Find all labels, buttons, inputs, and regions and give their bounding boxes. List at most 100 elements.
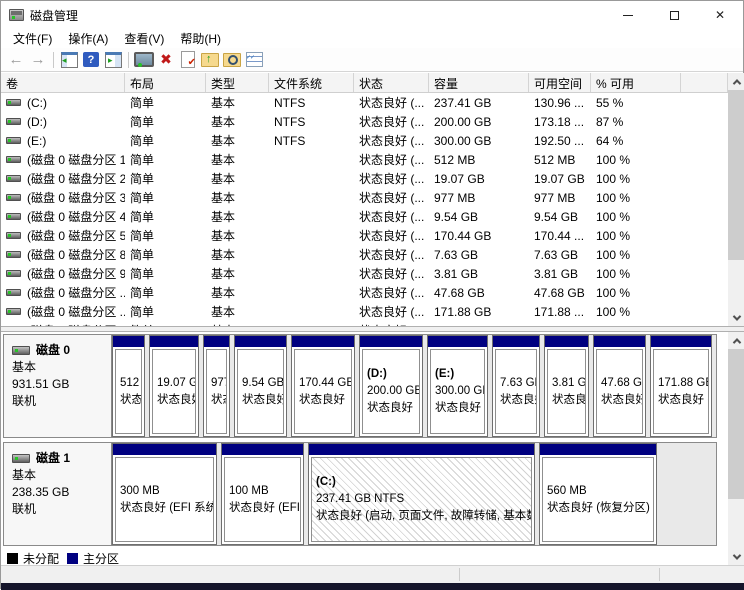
toolbar-separator (53, 52, 54, 68)
close-button[interactable]: ✕ (697, 1, 743, 29)
scroll-up-button[interactable] (728, 73, 744, 90)
partition-block[interactable]: 512 MB状态良好 (112, 335, 145, 437)
partition-size: 200.00 GB (367, 383, 419, 400)
column-header[interactable]: % 可用 (591, 73, 681, 92)
computer-icon[interactable] (133, 50, 155, 70)
scroll-thumb[interactable] (728, 90, 744, 260)
partition-block[interactable]: 977 MB状态良好 (203, 335, 230, 437)
column-header[interactable]: 容量 (429, 73, 529, 92)
minimize-button[interactable] (605, 1, 651, 29)
volume-row[interactable]: (E:)简单基本NTFS状态良好 (...300.00 GB192.50 ...… (1, 131, 728, 150)
partition-size: 19.07 GB (157, 375, 195, 392)
properties-icon[interactable] (177, 50, 199, 70)
cell-type: 基本 (206, 208, 269, 225)
partition-block[interactable]: (D:)200.00 GB状态良好 (359, 335, 423, 437)
column-header[interactable] (681, 73, 728, 92)
volume-row[interactable]: (磁盘 0 磁盘分区 5)简单基本状态良好 (...170.44 GB170.4… (1, 226, 728, 245)
partition-block[interactable]: 560 MB状态良好 (恢复分区) (539, 443, 657, 545)
folder-search-icon[interactable] (221, 50, 243, 70)
console-tree-icon[interactable] (58, 50, 80, 70)
volume-list-pane: 卷布局类型文件系统状态容量可用空间% 可用 (C:)简单基本NTFS状态良好 (… (1, 73, 744, 326)
back-icon[interactable] (5, 50, 27, 70)
volume-row[interactable]: (磁盘 0 磁盘分区 2)简单基本状态良好 (...19.07 GB19.07 … (1, 169, 728, 188)
scroll-thumb[interactable] (728, 349, 744, 499)
partition-block[interactable]: 170.44 GB状态良好 (291, 335, 355, 437)
folder-up-icon[interactable] (199, 50, 221, 70)
cell-capacity: 300.00 GB (429, 134, 529, 148)
disk-info-panel[interactable]: 磁盘 0基本931.51 GB联机 (4, 335, 112, 437)
partition-size: 47.68 GB (601, 375, 642, 392)
partition-block[interactable]: (C:)237.41 GB NTFS状态良好 (启动, 页面文件, 故障转储, … (308, 443, 535, 545)
volume-row[interactable]: (磁盘 0 磁盘分区 1)简单基本状态良好 (...512 MB512 MB10… (1, 150, 728, 169)
forward-icon[interactable] (27, 50, 49, 70)
partition-color-band (113, 444, 216, 455)
disk-title: 磁盘 0 (12, 342, 111, 359)
cell-free: 19.07 GB (529, 172, 591, 186)
cell-capacity: 170.44 GB (429, 229, 529, 243)
scroll-down-button[interactable] (728, 309, 744, 326)
legend-swatch (67, 553, 78, 564)
chevron-down-icon (732, 551, 740, 559)
cell-volume: (磁盘 0 磁盘分区 ... (1, 284, 125, 301)
partition-status: 状态良好 (552, 392, 585, 409)
action-pane-icon[interactable] (102, 50, 124, 70)
menu-item[interactable]: 帮助(H) (172, 28, 229, 49)
partition-block[interactable]: 19.07 GB状态良好 (149, 335, 199, 437)
volume-icon (6, 289, 21, 296)
column-header[interactable]: 类型 (206, 73, 269, 92)
maximize-button[interactable] (651, 1, 697, 29)
partition-color-band (540, 444, 656, 455)
cell-capacity: 171.88 GB (429, 305, 529, 319)
column-header[interactable]: 布局 (125, 73, 206, 92)
partition-block[interactable]: 7.63 GB状态良好 (492, 335, 540, 437)
volume-row[interactable]: (磁盘 0 磁盘分区 ...简单基本状态良好 (...171.88 GB171.… (1, 302, 728, 321)
partition-block[interactable]: 300 MB状态良好 (EFI 系统分区) (112, 443, 217, 545)
column-header[interactable]: 可用空间 (529, 73, 591, 92)
partition-label: 7.63 GB状态良好 (495, 349, 537, 434)
partition-block[interactable]: 47.68 GB状态良好 (593, 335, 646, 437)
partition-block[interactable]: (E:)300.00 GB状态良好 ( (427, 335, 488, 437)
partition-size: 170.44 GB (299, 375, 351, 392)
table-scrollbar[interactable] (728, 73, 744, 326)
legend: 未分配主分区 (7, 550, 744, 565)
cell-pct: 100 % (591, 153, 681, 167)
partition-block[interactable]: 9.54 GB状态良好 (234, 335, 287, 437)
delete-icon[interactable] (155, 50, 177, 70)
partition-status: 状态良好 (242, 392, 283, 409)
cell-type: 基本 (206, 303, 269, 320)
partition-color-band (594, 336, 645, 347)
cell-type: 基本 (206, 265, 269, 282)
disk-status: 联机 (12, 501, 111, 518)
partition-block[interactable]: 171.88 GB状态良好 ( (650, 335, 712, 437)
volume-row[interactable]: (磁盘 0 磁盘分区 3)简单基本状态良好 (...977 MB977 MB10… (1, 188, 728, 207)
cell-volume: (磁盘 0 磁盘分区 1) (1, 151, 125, 168)
column-header[interactable]: 卷 (1, 73, 125, 92)
cell-status: 状态良好 (... (354, 284, 429, 301)
column-header[interactable]: 状态 (354, 73, 429, 92)
volume-row[interactable]: (C:)简单基本NTFS状态良好 (...237.41 GB130.96 ...… (1, 93, 728, 112)
partition-block[interactable]: 3.81 GB状态良好 (544, 335, 589, 437)
disk-info-panel[interactable]: 磁盘 1基本238.35 GB联机 (4, 443, 112, 545)
partition-block[interactable]: 100 MB状态良好 (EFI 系统分区) (221, 443, 304, 545)
volume-row[interactable]: (磁盘 0 磁盘分区 ...简单基本状态良好 (...47.68 GB47.68… (1, 283, 728, 302)
graph-scrollbar[interactable] (728, 332, 744, 565)
volume-row[interactable]: (磁盘 0 磁盘分区 9)简单基本状态良好 (...3.81 GB3.81 GB… (1, 264, 728, 283)
volume-row[interactable]: (磁盘 0 磁盘分区 8)简单基本状态良好 (...7.63 GB7.63 GB… (1, 245, 728, 264)
partition-size: 512 MB (120, 375, 141, 392)
menu-item[interactable]: 查看(V) (116, 28, 172, 49)
volume-row[interactable]: (D:)简单基本NTFS状态良好 (...200.00 GB173.18 ...… (1, 112, 728, 131)
scroll-down-button[interactable] (728, 548, 744, 565)
cell-volume: (磁盘 0 磁盘分区 4) (1, 208, 125, 225)
disk-size: 931.51 GB (12, 376, 111, 393)
help-icon[interactable] (80, 50, 102, 70)
column-header[interactable]: 文件系统 (269, 73, 354, 92)
cell-status: 状态良好 (... (354, 94, 429, 111)
volume-row[interactable]: (磁盘 0 磁盘分区 4)简单基本状态良好 (...9.54 GB9.54 GB… (1, 207, 728, 226)
cell-free: 192.50 ... (529, 134, 591, 148)
cell-volume: (磁盘 0 磁盘分区 3) (1, 189, 125, 206)
scroll-up-button[interactable] (728, 332, 744, 349)
menu-item[interactable]: 操作(A) (60, 28, 116, 49)
volume-icon (6, 270, 21, 277)
menu-item[interactable]: 文件(F) (5, 28, 60, 49)
checklist-icon[interactable] (243, 50, 265, 70)
